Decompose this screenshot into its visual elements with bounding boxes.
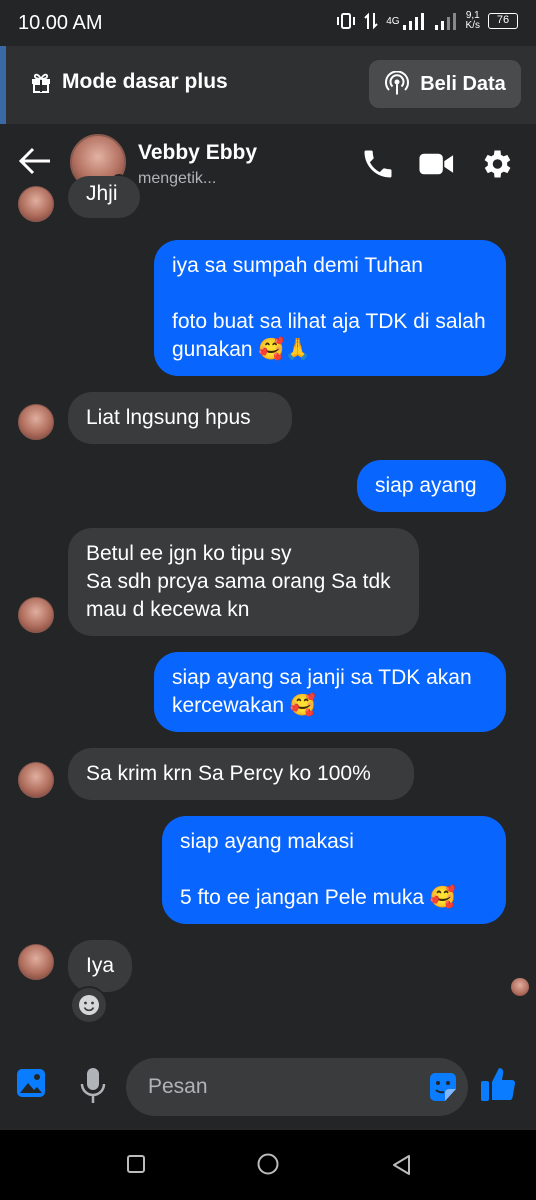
typing-status: mengetik... [138,170,217,187]
video-call-icon[interactable] [418,146,456,182]
system-nav-bar [0,1130,536,1200]
speed-unit: K/s [465,20,480,31]
signal-icon [402,13,424,30]
back-arrow-icon[interactable] [18,146,52,176]
message-text: siap ayang sa janji sa TDK akan kercewak… [172,666,472,717]
microphone-icon[interactable] [78,1066,108,1106]
like-thumbs-up-icon[interactable] [478,1064,518,1104]
outgoing-message[interactable]: siap ayang sa janji sa TDK akan kercewak… [154,652,506,732]
vibrate-icon [337,13,356,29]
signal-icon-2 [434,13,456,30]
network-type-label: 4G [386,15,400,27]
message-text: siap ayang makasi 5 fto ee jangan Pele m… [180,830,456,909]
status-icons: 4G 9,1 K/s 76 [336,11,518,31]
message-text: iya sa sumpah demi Tuhan foto buat sa li… [172,254,486,361]
incoming-message[interactable]: Sa krim krn Sa Percy ko 100% [68,748,414,800]
sender-avatar [18,944,54,980]
banner-edge [0,46,6,130]
add-reaction-button[interactable] [70,986,108,1024]
phone-icon[interactable] [360,146,396,182]
message-text: siap ayang [375,474,477,497]
network-speed: 9,1 K/s [466,11,480,31]
message-field[interactable] [126,1058,468,1116]
sticker-icon[interactable] [426,1070,460,1104]
message-input[interactable] [148,1058,418,1116]
sender-avatar [18,597,54,633]
outgoing-message[interactable]: siap ayang [357,460,506,512]
data-transfer-icon [364,12,378,30]
mode-text: Mode dasar plus [62,70,228,93]
message-text: Liat lngsung hpus [86,406,251,429]
buy-data-label: Beli Data [420,72,506,95]
message-composer [0,1044,536,1130]
message-text: Betul ee jgn ko tipu sy Sa sdh prcya sam… [86,542,391,621]
home-icon[interactable] [256,1152,280,1176]
settings-gear-icon[interactable] [478,146,514,182]
outgoing-message[interactable]: iya sa sumpah demi Tuhan foto buat sa li… [154,240,506,376]
recent-apps-icon[interactable] [126,1154,146,1174]
data-mode-banner: Mode dasar plus Beli Data [0,46,536,130]
contact-name[interactable]: Vebby Ebby [138,141,257,165]
mode-label: Mode dasar plus [30,70,228,94]
message-text: Jhji [86,182,118,205]
gallery-icon[interactable] [16,1066,46,1100]
incoming-message[interactable]: Jhji [68,176,140,218]
broadcast-icon [385,71,410,95]
buy-data-button[interactable]: Beli Data [369,60,521,108]
sender-avatar [18,762,54,798]
smiley-icon [79,995,99,1015]
incoming-message[interactable]: Betul ee jgn ko tipu sy Sa sdh prcya sam… [68,528,419,636]
status-time: 10.00 AM [18,12,103,34]
battery-indicator: 76 [488,13,518,29]
incoming-message[interactable]: Liat lngsung hpus [68,392,292,444]
sender-avatar [18,404,54,440]
sender-avatar [18,186,54,222]
header-actions [360,146,514,182]
gift-icon [32,73,50,93]
status-bar: 10.00 AM 4G 9,1 K/s 76 [0,0,536,46]
incoming-message[interactable]: Iya [68,940,132,992]
outgoing-message[interactable]: siap ayang makasi 5 fto ee jangan Pele m… [162,816,506,924]
message-text: Sa krim krn Sa Percy ko 100% [86,762,371,785]
message-text: Iya [86,954,115,977]
back-nav-icon[interactable] [392,1154,412,1176]
seen-avatar [511,978,529,996]
